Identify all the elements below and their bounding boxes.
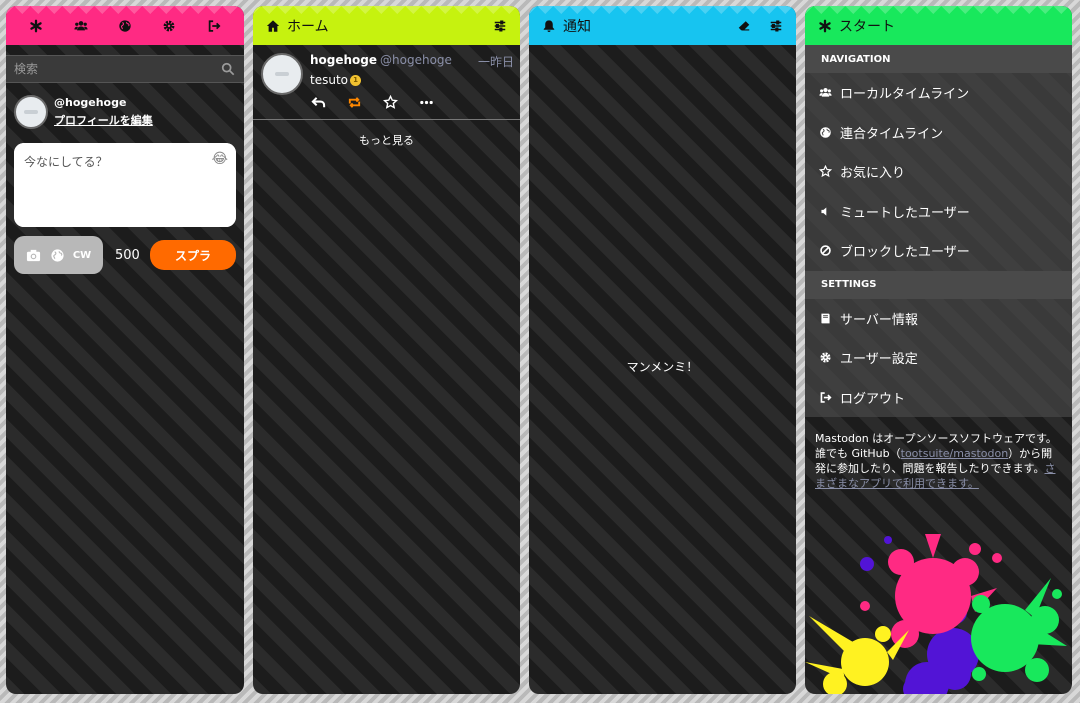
gear-icon [820,352,831,363]
nav-item-local-timeline[interactable]: ローカルタイムライン [805,73,1072,113]
camera-icon[interactable] [26,247,42,263]
status-content: tesuto 1 [310,73,514,87]
compose-options: CW [14,236,103,274]
nav-item-favourites[interactable]: お気に入り [805,152,1072,192]
column-title: ホーム [287,18,329,35]
notifications-column-header[interactable]: 通知 [529,6,796,45]
column-title: スタート [839,18,895,35]
home-icon [265,18,281,34]
compose-textarea[interactable] [14,143,236,227]
avatar[interactable] [261,53,303,95]
volume-off-icon [821,207,827,216]
github-link[interactable]: tootsuite/mastodon [901,447,1009,460]
nav-item-label: ミュートしたユーザー [840,205,970,221]
book-icon [821,313,830,324]
character-counter: 500 [115,247,140,263]
profile-acct: @hogehoge [54,96,127,109]
settings-heading: SETTINGS [805,270,1072,299]
favourite-icon[interactable] [382,94,398,110]
more-icon[interactable] [418,94,434,110]
cw-toggle[interactable]: CW [73,250,91,261]
eraser-icon[interactable] [736,18,752,34]
ink-splash-illustration [805,534,1067,694]
custom-emoji: 1 [350,74,361,86]
gear-icon[interactable] [161,18,177,34]
ban-icon [820,245,831,257]
asterisk-icon [817,18,833,34]
boost-icon[interactable] [346,94,362,110]
nav-item-federated-timeline[interactable]: 連合タイムライン [805,112,1072,152]
nav-item-label: ユーザー設定 [840,352,918,368]
nav-item-label: ローカルタイムライン [840,87,970,103]
edit-profile-link[interactable]: プロフィールを編集 [54,114,153,127]
navigation-heading: NAVIGATION [805,45,1072,73]
nav-item-label: ログアウト [840,391,906,407]
home-column: ホーム hogehoge @hogehoge 一昨日 tesuto 1 もっと見… [253,6,520,694]
sign-out-icon [820,391,832,403]
nav-item-label: お気に入り [840,166,906,182]
sign-out-icon[interactable] [206,18,222,34]
nav-item-label: ブロックしたユーザー [840,245,970,261]
start-column-header: スタート [805,6,1072,45]
empty-notifications-message: マンメンミ！ [626,360,699,374]
compose-column-header [6,6,244,45]
status-display-name[interactable]: hogehoge [310,53,377,70]
nav-item-server-info[interactable]: サーバー情報 [805,298,1072,338]
profile-card: @hogehoge プロフィールを編集 [6,95,244,129]
compose-toolbar: CW 500 スプラ [14,236,236,274]
notifications-column: 通知 マンメンミ！ [529,6,796,694]
status-text: tesuto [310,73,348,87]
sliders-icon[interactable] [492,18,508,34]
sliders-icon[interactable] [768,18,784,34]
toot-button[interactable]: スプラ [150,240,236,270]
home-column-header[interactable]: ホーム [253,6,520,45]
emoji-picker-icon[interactable]: 😂 [212,151,228,167]
reply-icon[interactable] [310,94,326,110]
star-icon [819,165,832,178]
users-icon[interactable] [73,18,89,34]
start-column: スタート NAVIGATION ローカルタイムライン 連合タイムライン お気に入… [805,6,1072,694]
search-bar [6,55,244,83]
status-time[interactable]: 一昨日 [478,53,514,70]
load-more-button[interactable]: もっと見る [253,132,520,148]
nav-item-label: サーバー情報 [840,312,918,328]
search-icon[interactable] [220,61,236,77]
globe-icon [820,126,831,138]
column-title: 通知 [563,18,591,35]
search-input[interactable] [14,62,220,76]
about-text: Mastodon はオープンソースソフトウェアです。誰でも GitHub（too… [805,417,1072,491]
globe-icon[interactable] [49,247,65,263]
nav-item-blocked-users[interactable]: ブロックしたユーザー [805,231,1072,271]
users-icon [819,88,832,97]
compose-column: @hogehoge プロフィールを編集 😂 CW 500 スプラ [6,6,244,694]
nav-item-logout[interactable]: ログアウト [805,377,1072,417]
status-actions [310,94,514,110]
status-acct[interactable]: @hogehoge [380,53,452,70]
status-item[interactable]: hogehoge @hogehoge 一昨日 tesuto 1 [253,45,520,120]
bell-icon [541,18,557,34]
nav-item-user-settings[interactable]: ユーザー設定 [805,338,1072,378]
globe-icon[interactable] [117,18,133,34]
compose-box: 😂 [14,143,236,227]
nav-item-label: 連合タイムライン [840,126,944,142]
nav-item-muted-users[interactable]: ミュートしたユーザー [805,191,1072,231]
avatar[interactable] [14,95,48,129]
asterisk-icon[interactable] [28,18,44,34]
